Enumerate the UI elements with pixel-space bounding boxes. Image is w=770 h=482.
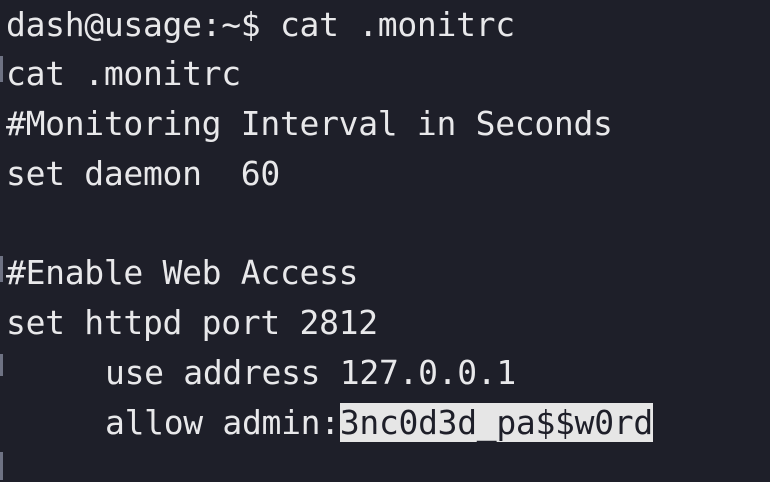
output-line-6: set httpd port 2812 <box>6 303 378 342</box>
output-line-2: #Monitoring Interval in Seconds <box>6 104 613 143</box>
typed-command: cat .monitrc <box>260 5 515 44</box>
terminal-window[interactable]: dash@usage:~$ cat .monitrc cat .monitrc … <box>0 0 770 482</box>
allow-admin-label: allow admin: <box>105 403 340 442</box>
output-line-8: allow admin:3nc0d3d_pa$$w0rd <box>105 398 653 448</box>
prompt-line: dash@usage:~$ cat .monitrc <box>6 0 515 50</box>
output-line-3: set daemon 60 <box>6 154 280 193</box>
output-line-7: use address 127.0.0.1 <box>105 353 516 392</box>
output-line-5: #Enable Web Access <box>6 253 359 292</box>
left-edge-marker <box>0 56 3 82</box>
left-edge-marker <box>0 256 3 282</box>
output-line-1: cat .monitrc <box>6 54 241 93</box>
left-edge-marker <box>0 354 3 376</box>
left-edge-marker <box>0 452 3 480</box>
selected-password-text[interactable]: 3nc0d3d_pa$$w0rd <box>339 403 653 442</box>
shell-prompt: dash@usage:~$ <box>6 5 261 44</box>
